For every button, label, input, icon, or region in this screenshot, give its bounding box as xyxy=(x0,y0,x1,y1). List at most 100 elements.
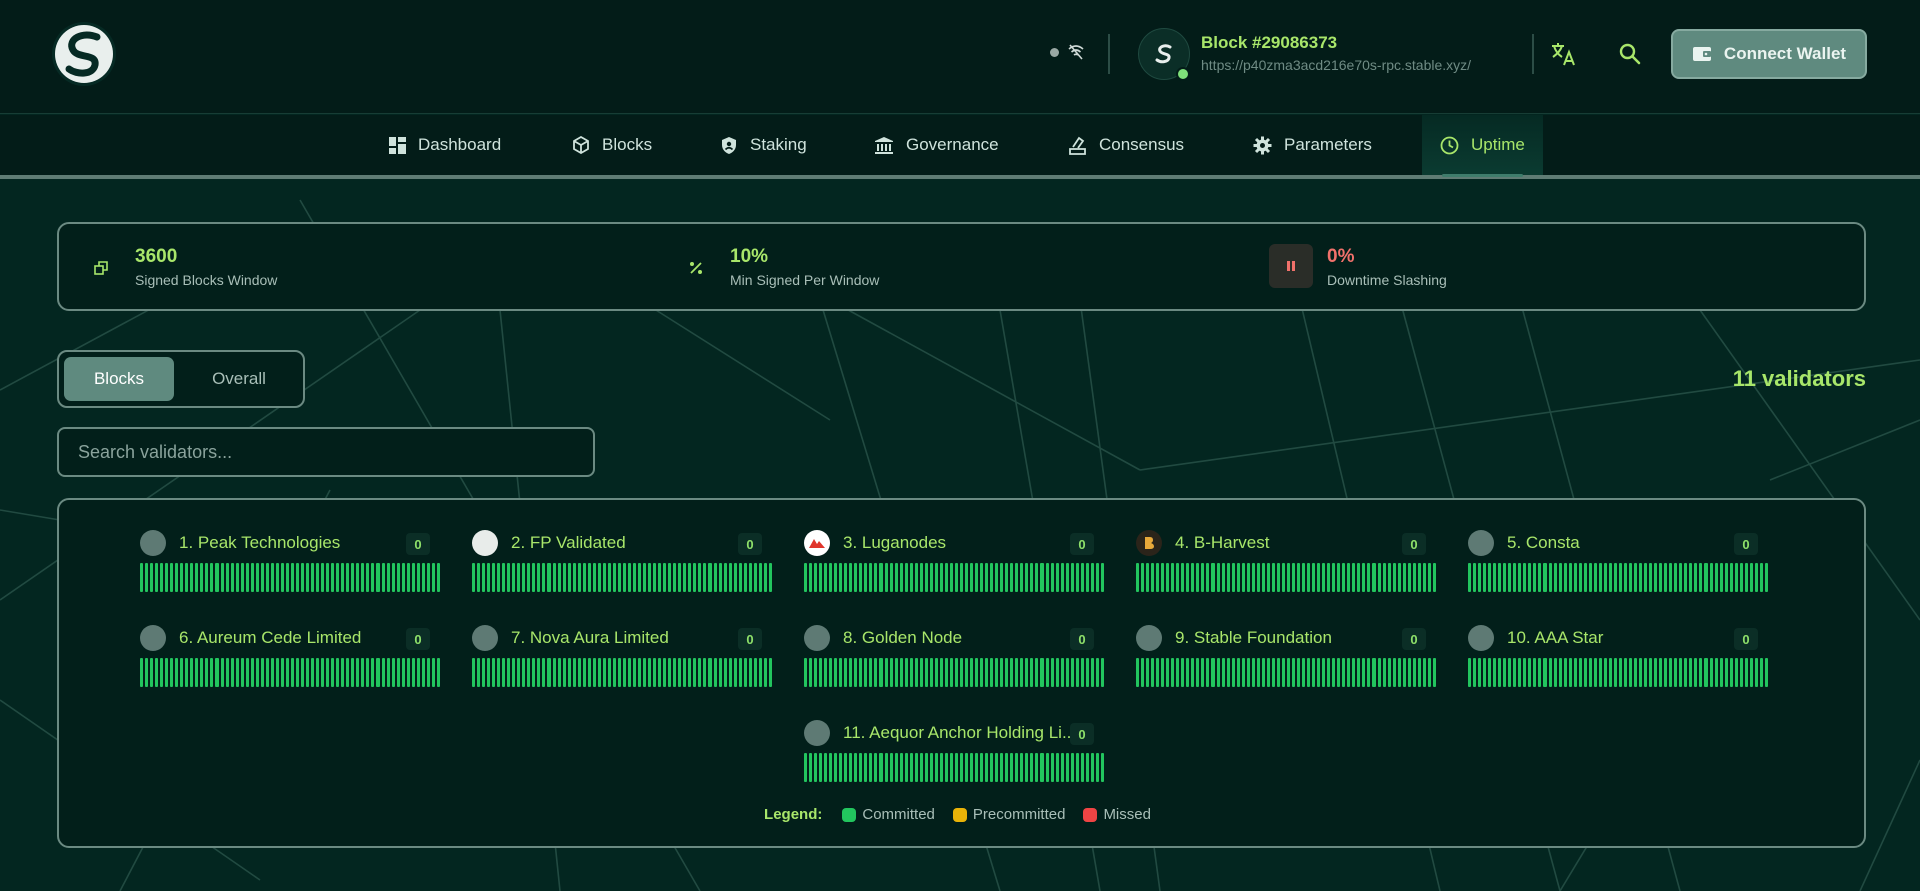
stable-logo-icon[interactable] xyxy=(52,22,116,86)
uptime-bars xyxy=(1136,563,1436,592)
translate-button[interactable] xyxy=(1544,34,1584,74)
block-bar xyxy=(924,658,928,687)
block-bar xyxy=(904,753,908,782)
block-bar xyxy=(351,658,355,687)
validator-name: 8. Golden Node xyxy=(843,628,963,647)
block-bar xyxy=(140,563,144,592)
block-bar xyxy=(1045,563,1049,592)
block-bar xyxy=(869,753,873,782)
validator-item[interactable]: 8. Golden Node 0 xyxy=(804,619,1114,699)
block-bar xyxy=(306,658,310,687)
block-bar xyxy=(1276,563,1280,592)
block-bar xyxy=(995,753,999,782)
search-button[interactable] xyxy=(1610,34,1650,74)
block-bar xyxy=(1357,658,1361,687)
block-bar xyxy=(1593,563,1597,592)
block-bar xyxy=(532,658,536,687)
clock-icon xyxy=(1440,136,1459,154)
nav-uptime[interactable]: Uptime xyxy=(1422,115,1543,177)
block-bar xyxy=(768,563,772,592)
validator-item[interactable]: 3. Luganodes 0 xyxy=(804,524,1114,604)
block-bar xyxy=(965,563,969,592)
block-bar xyxy=(482,658,486,687)
block-bar xyxy=(894,563,898,592)
block-bar xyxy=(391,658,395,687)
block-bar xyxy=(155,563,159,592)
block-bar xyxy=(1211,563,1215,592)
validator-item[interactable]: 2. FP Validated 0 xyxy=(472,524,782,604)
block-bar xyxy=(1322,563,1326,592)
nav-consensus[interactable]: Consensus xyxy=(1068,115,1184,175)
block-bar xyxy=(1387,563,1391,592)
connect-wallet-button[interactable]: Connect Wallet xyxy=(1671,29,1867,79)
validator-item[interactable]: 1. Peak Technologies 0 xyxy=(140,524,450,604)
block-bar xyxy=(869,658,873,687)
block-bar xyxy=(844,753,848,782)
block-bar xyxy=(904,563,908,592)
nav-blocks[interactable]: Blocks xyxy=(572,115,652,175)
block-bar xyxy=(1201,563,1205,592)
block-bar xyxy=(517,563,521,592)
block-bar xyxy=(1015,563,1019,592)
block-bar xyxy=(899,563,903,592)
block-bar xyxy=(1136,563,1140,592)
block-bar xyxy=(859,563,863,592)
block-bar xyxy=(1402,658,1406,687)
block-bar xyxy=(1659,658,1663,687)
block-bar xyxy=(346,563,350,592)
block-bar xyxy=(1005,658,1009,687)
validator-item[interactable]: 10. AAA Star 0 xyxy=(1468,619,1778,699)
validator-item[interactable]: 9. Stable Foundation 0 xyxy=(1136,619,1446,699)
toggle-overall[interactable]: Overall xyxy=(189,357,289,401)
block-bar xyxy=(1312,563,1316,592)
block-bar xyxy=(265,658,269,687)
block-bar xyxy=(265,563,269,592)
block-bar xyxy=(381,563,385,592)
block-bar xyxy=(1538,563,1542,592)
block-bar xyxy=(743,658,747,687)
block-bar xyxy=(1035,658,1039,687)
block-bar xyxy=(1377,658,1381,687)
validator-item[interactable]: 11. Aequor Anchor Holding Li... 0 xyxy=(804,714,1114,794)
block-bar xyxy=(1191,563,1195,592)
block-bar xyxy=(844,563,848,592)
block-bar xyxy=(587,563,591,592)
search-validators-input[interactable] xyxy=(57,427,595,477)
block-bar xyxy=(929,658,933,687)
block-bar xyxy=(683,658,687,687)
block-bar xyxy=(356,563,360,592)
block-bar xyxy=(220,563,224,592)
validator-item[interactable]: 7. Nova Aura Limited 0 xyxy=(472,619,782,699)
block-bar xyxy=(1005,563,1009,592)
block-bar xyxy=(1095,563,1099,592)
block-bar xyxy=(1669,563,1673,592)
block-bar xyxy=(1060,753,1064,782)
toggle-blocks[interactable]: Blocks xyxy=(64,357,174,401)
nav-parameters[interactable]: Parameters xyxy=(1253,115,1372,175)
nav-governance[interactable]: Governance xyxy=(874,115,999,175)
block-bar xyxy=(758,563,762,592)
block-bar xyxy=(1201,658,1205,687)
block-bar xyxy=(683,563,687,592)
nav-staking[interactable]: Staking xyxy=(720,115,807,175)
block-bar xyxy=(245,563,249,592)
block-bar xyxy=(270,563,274,592)
block-bar xyxy=(753,563,757,592)
validator-item[interactable]: 5. Consta 0 xyxy=(1468,524,1778,604)
block-bar xyxy=(1719,658,1723,687)
block-bar xyxy=(1322,658,1326,687)
validator-item[interactable]: 4. B-Harvest 0 xyxy=(1136,524,1446,604)
avatar-icon xyxy=(804,720,830,746)
validators-card: 1. Peak Technologies 0 2. FP Validated 0… xyxy=(57,498,1866,848)
block-bar xyxy=(1573,563,1577,592)
block-bar xyxy=(331,658,335,687)
validator-item[interactable]: 6. Aureum Cede Limited 0 xyxy=(140,619,450,699)
block-bar xyxy=(1211,658,1215,687)
block-bar xyxy=(1075,658,1079,687)
block-bar xyxy=(361,563,365,592)
block-bar xyxy=(1588,658,1592,687)
nav-dashboard[interactable]: Dashboard xyxy=(389,115,501,175)
block-bar xyxy=(1488,563,1492,592)
nav-label: Consensus xyxy=(1099,135,1185,154)
block-bar xyxy=(1724,563,1728,592)
